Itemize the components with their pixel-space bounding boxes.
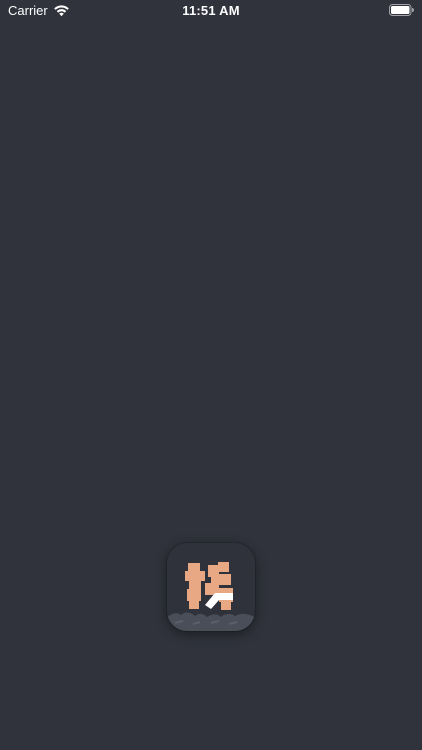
app-icon [167,543,255,631]
left-figure-shape [185,563,205,609]
status-time: 11:51 AM [182,3,240,18]
battery-icon [389,4,414,16]
status-bar: Carrier 11:51 AM [0,0,422,22]
splash-screen: Carrier 11:51 AM [0,0,422,750]
